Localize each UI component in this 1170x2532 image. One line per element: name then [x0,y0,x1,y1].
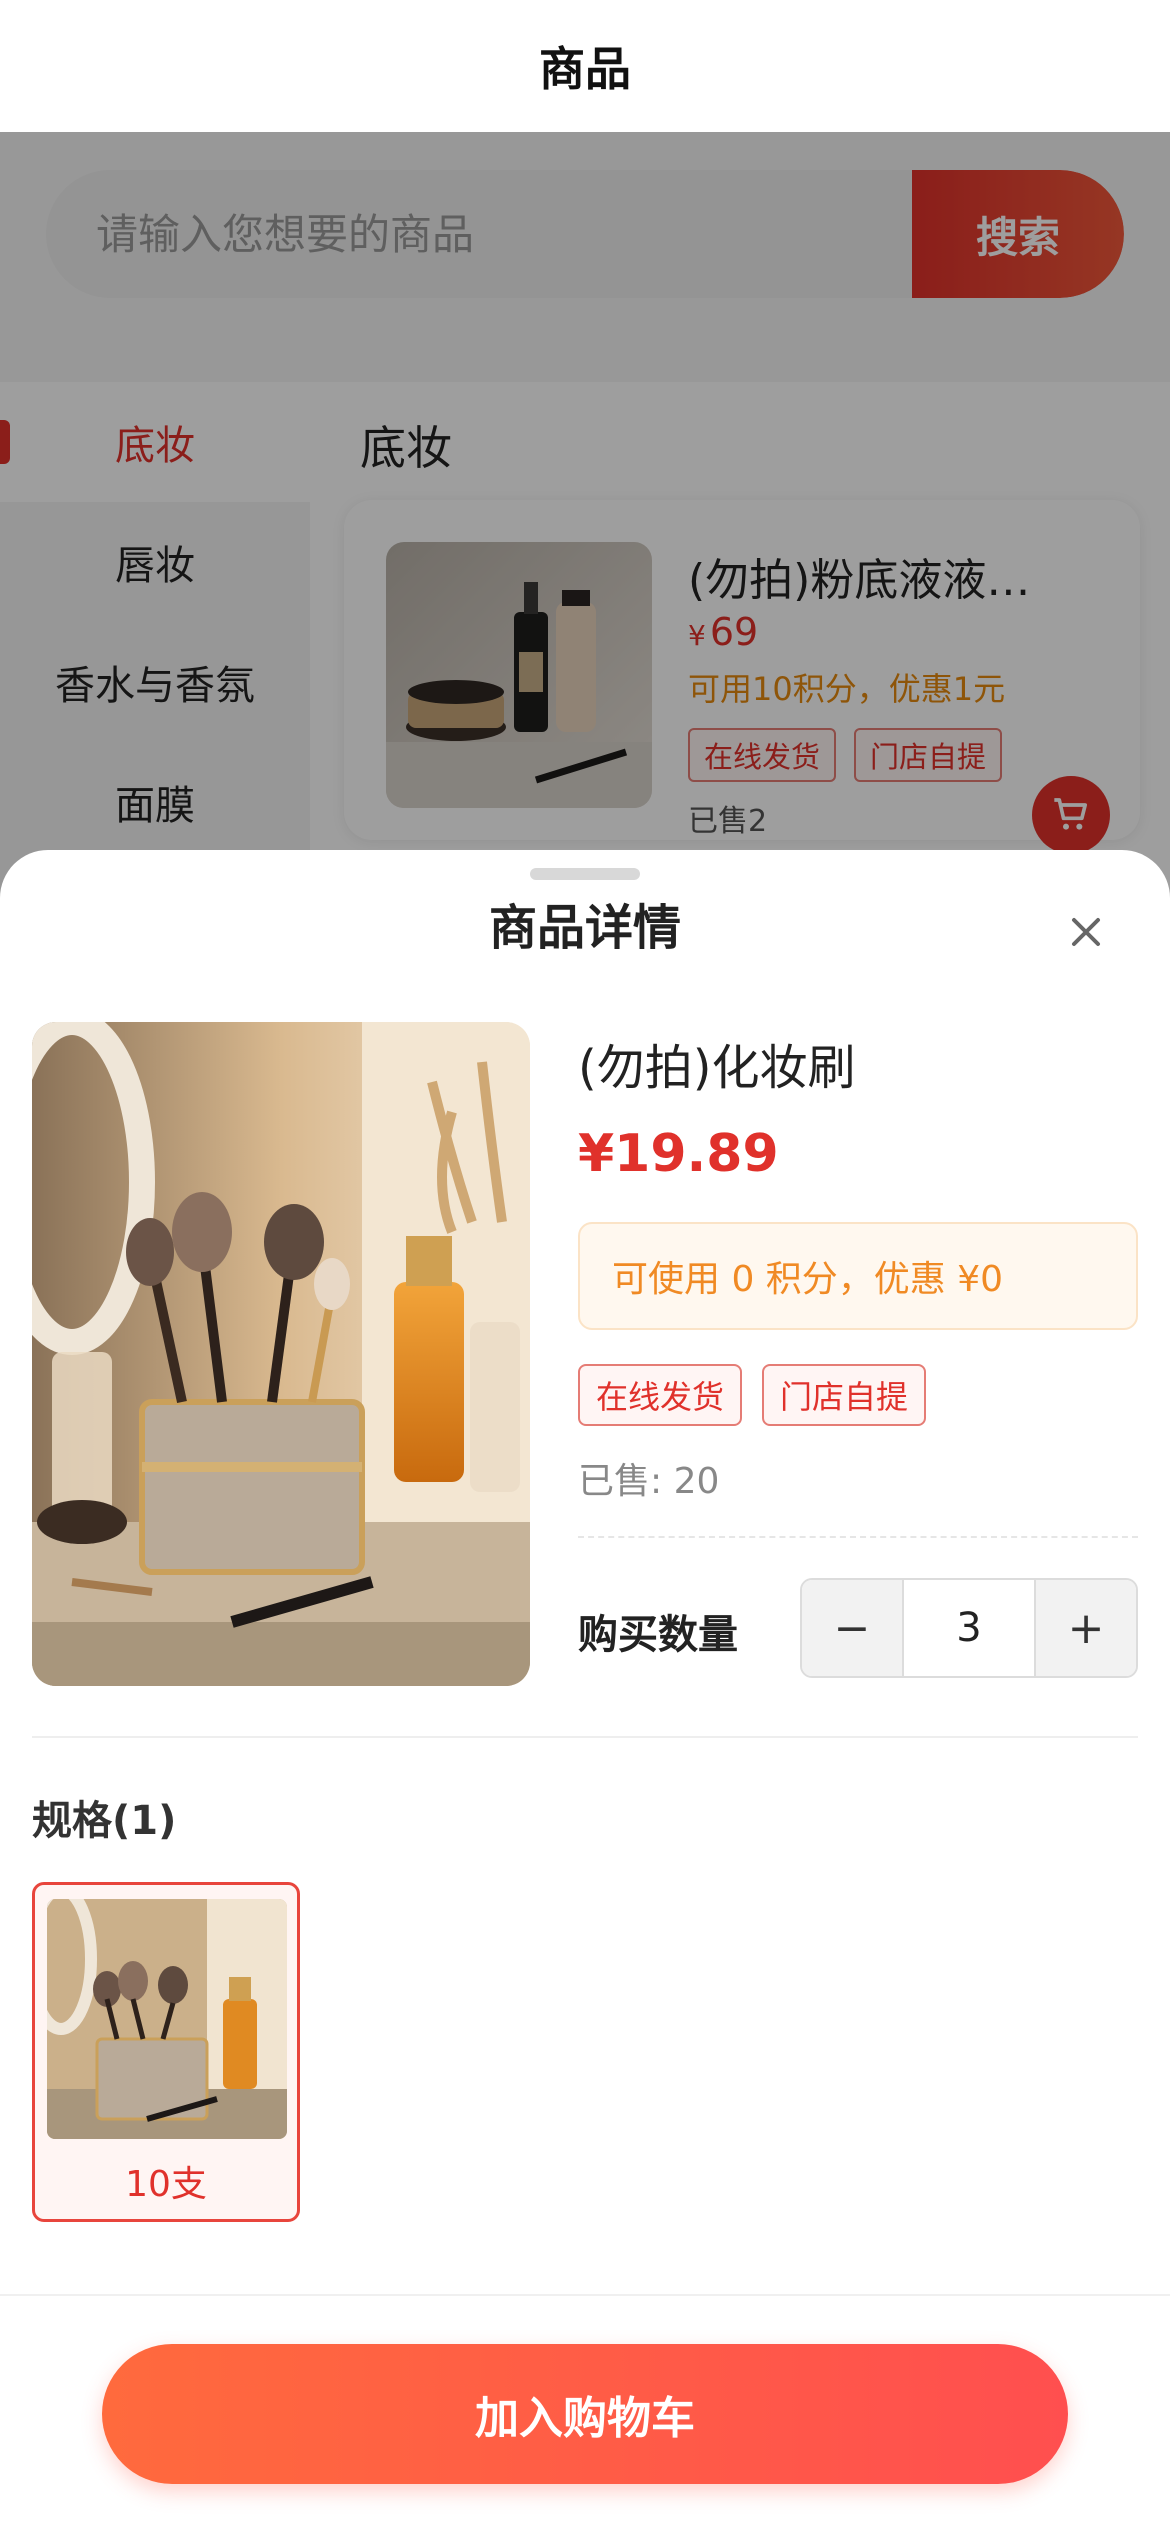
page-title: 商品 [539,42,631,96]
spec-label: 10支 [125,2164,207,2205]
increase-button[interactable]: + [1036,1580,1136,1676]
spec-thumbnail-image [47,1899,287,2139]
product-main-image [32,1022,530,1686]
delivery-tags: 在线发货 门店自提 [578,1364,927,1426]
close-button[interactable] [1062,908,1110,956]
points-discount-box: 可使用 0 积分，优惠 ¥0 [578,1222,1138,1330]
section-divider [32,1736,1138,1738]
sheet-title: 商品详情 [488,900,681,956]
footer-divider [0,2294,1170,2296]
tag-online-delivery: 在线发货 [578,1364,743,1426]
spec-heading: 规格(1) [32,1798,177,1844]
spec-option-selected[interactable]: 10支 [32,1882,300,2222]
top-nav-bar: 商品 [0,0,1170,132]
spec-thumbnail [47,1899,287,2139]
add-to-cart-button[interactable]: 加入购物车 [102,2344,1068,2484]
points-text: 可使用 0 积分，优惠 ¥0 [612,1259,1004,1300]
tag-store-pickup: 门店自提 [762,1364,927,1426]
product-name: (勿拍)化妆刷 [578,1040,856,1096]
divider [578,1536,1138,1538]
quantity-label: 购买数量 [578,1612,738,1658]
quantity-value[interactable]: 3 [902,1580,1036,1676]
product-price: ¥19.89 [578,1124,779,1184]
makeup-brush-image [32,1022,530,1686]
product-detail-sheet: 商品详情 (勿拍)化妆刷 ¥19.89 可使用 0 积分，优惠 ¥0 在线发货 … [0,850,1170,2532]
close-icon [1072,918,1100,946]
decrease-button[interactable]: − [802,1580,902,1676]
quantity-stepper: − 3 + [800,1578,1138,1678]
drag-handle[interactable] [530,868,640,880]
sold-count: 已售: 20 [578,1461,720,1502]
